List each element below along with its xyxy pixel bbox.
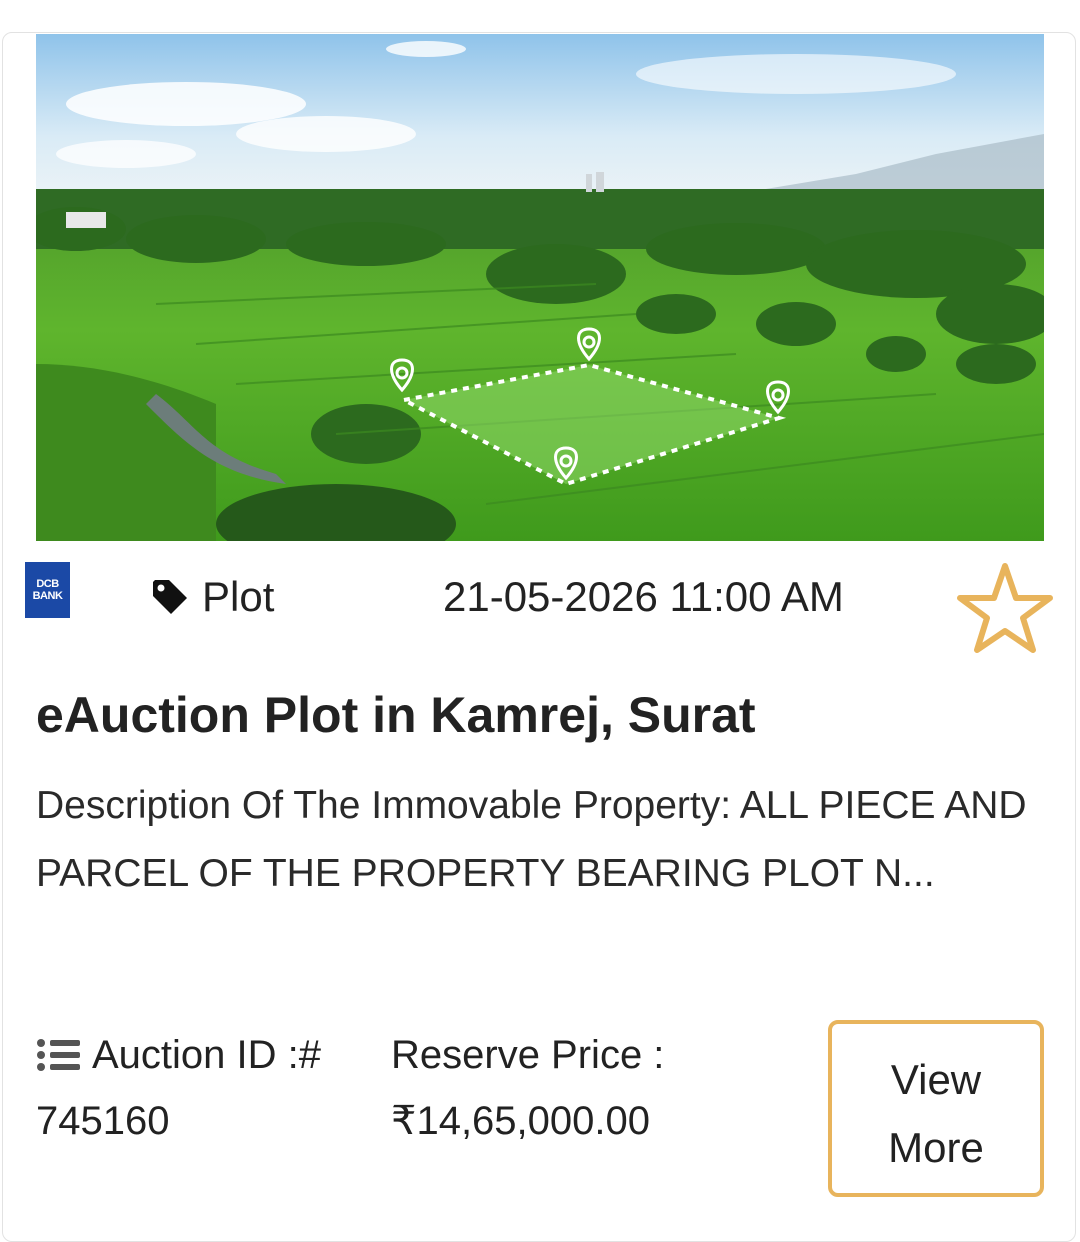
tag-icon: [153, 580, 187, 614]
bank-logo: DCB BANK: [25, 562, 70, 618]
view-more-button[interactable]: View More: [828, 1020, 1044, 1197]
auction-datetime: 21-05-2026 11:00 AM: [443, 573, 844, 620]
reserve-price-value: ₹14,65,000.00: [391, 1099, 651, 1143]
auction-id-label: Auction ID :#: [92, 1033, 322, 1077]
property-image[interactable]: [36, 34, 1044, 541]
view-more-line2: More: [888, 1124, 984, 1171]
listing-title[interactable]: eAuction Plot in Kamrej, Surat: [36, 684, 756, 746]
auction-id-block: Auction ID :# 745160: [36, 1022, 366, 1154]
bank-logo-line1: DCB: [36, 578, 59, 590]
view-more-line1: View: [890, 1056, 982, 1103]
reserve-price-label: Reserve Price :: [391, 1033, 665, 1077]
category-tag: Plot: [150, 572, 274, 622]
star-outline-icon[interactable]: [955, 560, 1055, 656]
list-icon: [37, 1039, 80, 1071]
reserve-price-block: Reserve Price : ₹14,65,000.00: [391, 1022, 811, 1154]
auction-id-value: 745160: [36, 1099, 170, 1143]
category-label: Plot: [202, 573, 275, 620]
bank-logo-line2: BANK: [32, 590, 63, 602]
listing-description: Description Of The Immovable Property: A…: [36, 784, 1027, 895]
